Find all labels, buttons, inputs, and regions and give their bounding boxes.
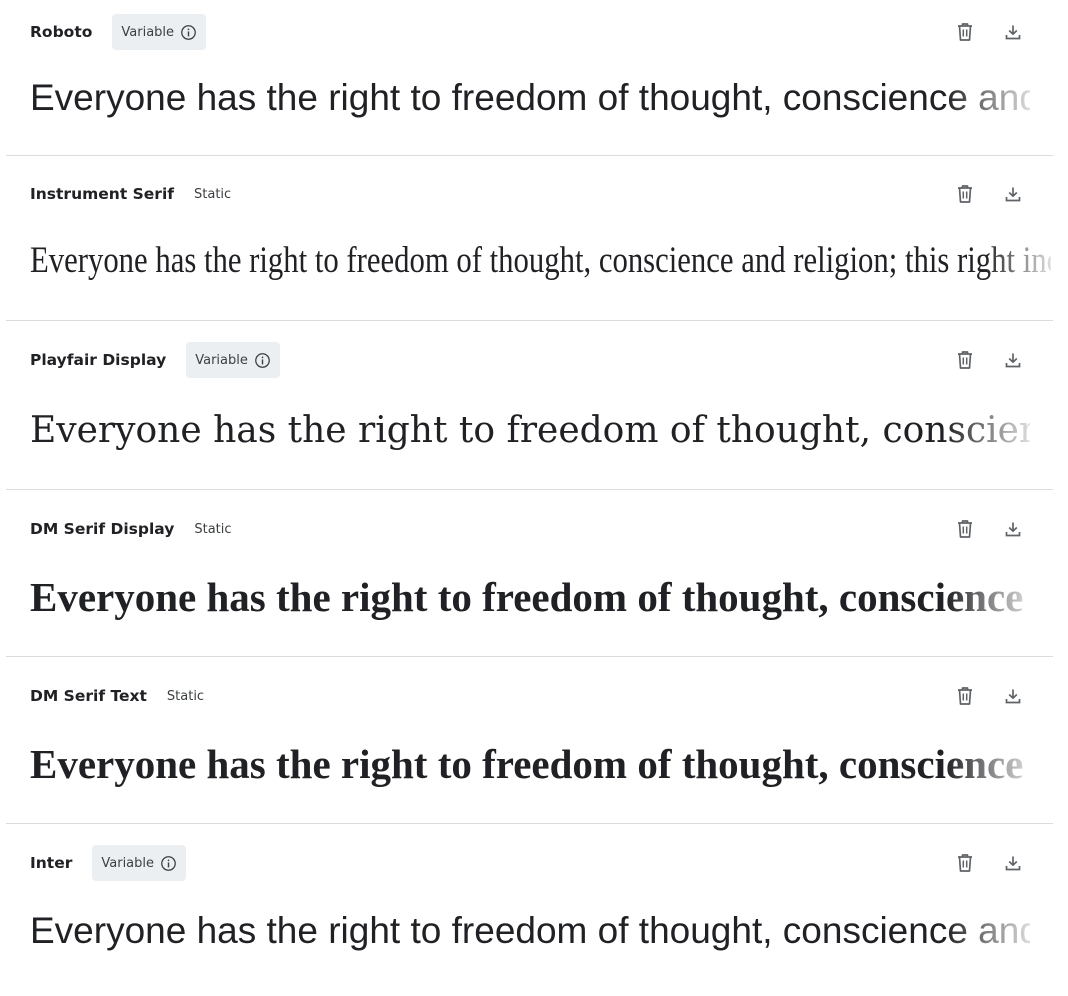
family-name: Inter [30, 854, 73, 872]
trash-icon[interactable] [956, 351, 974, 369]
sample-text: Everyone has the right to freedom of tho… [30, 410, 1030, 451]
static-badge: Static [167, 678, 204, 714]
download-icon[interactable] [1004, 351, 1022, 369]
family-name: Playfair Display [30, 351, 167, 369]
download-icon[interactable] [1004, 520, 1022, 538]
family-name: DM Serif Text [30, 687, 147, 705]
selected-families-list: Roboto Variable Everyone has the right t… [0, 0, 1068, 996]
download-icon[interactable] [1004, 854, 1022, 872]
info-icon [180, 24, 197, 41]
font-family-row: DM Serif Text Static Everyone has the ri… [6, 678, 1053, 824]
download-icon[interactable] [1004, 23, 1022, 41]
badge-label: Static [166, 688, 205, 704]
static-badge: Static [194, 511, 231, 547]
font-family-row: Roboto Variable Everyone has the right t… [6, 14, 1053, 156]
variable-badge[interactable]: Variable [186, 342, 280, 378]
trash-icon[interactable] [956, 185, 974, 203]
font-family-row: Playfair Display Variable Everyone has t… [6, 342, 1053, 490]
trash-icon[interactable] [956, 687, 974, 705]
family-name: Instrument Serif [30, 185, 174, 203]
info-icon [160, 855, 177, 872]
badge-label: Static [194, 521, 232, 537]
sample-text: Everyone has the right to freedom of tho… [30, 77, 1030, 118]
info-icon [254, 352, 271, 369]
badge-label: Static [194, 186, 232, 202]
family-header: Inter Variable [30, 845, 187, 881]
font-family-row: Instrument Serif Static Everyone has the… [6, 176, 1053, 321]
sample-text: Everyone has the right to freedom of tho… [30, 910, 1030, 951]
trash-icon[interactable] [956, 520, 974, 538]
family-header: Roboto Variable [30, 14, 207, 50]
family-header: Playfair Display Variable [30, 342, 280, 378]
variable-badge[interactable]: Variable [112, 14, 207, 50]
trash-icon[interactable] [956, 23, 974, 41]
family-name: Roboto [30, 23, 93, 41]
family-actions [956, 511, 1022, 547]
family-header: DM Serif Text Static [30, 678, 204, 714]
download-icon[interactable] [1004, 687, 1022, 705]
family-actions [956, 845, 1022, 881]
download-icon[interactable] [1004, 185, 1022, 203]
sample-text: Everyone has the right to freedom of tho… [30, 741, 1030, 787]
family-actions [956, 342, 1022, 378]
family-actions [956, 678, 1022, 714]
family-actions [956, 14, 1022, 50]
family-header: Instrument Serif Static [30, 176, 231, 212]
sample-text: Everyone has the right to freedom of tho… [30, 574, 1030, 620]
family-name: DM Serif Display [30, 520, 175, 538]
family-actions [956, 176, 1022, 212]
font-family-row: Inter Variable Everyone has the right to… [6, 845, 1053, 996]
badge-label: Variable [101, 855, 155, 871]
sample-text: Everyone has the right to freedom of tho… [30, 240, 1051, 281]
variable-badge[interactable]: Variable [92, 845, 187, 881]
badge-label: Variable [121, 24, 175, 40]
family-header: DM Serif Display Static [30, 511, 232, 547]
badge-label: Variable [195, 352, 248, 368]
font-family-row: DM Serif Display Static Everyone has the… [6, 511, 1053, 657]
static-badge: Static [194, 176, 231, 212]
trash-icon[interactable] [956, 854, 974, 872]
